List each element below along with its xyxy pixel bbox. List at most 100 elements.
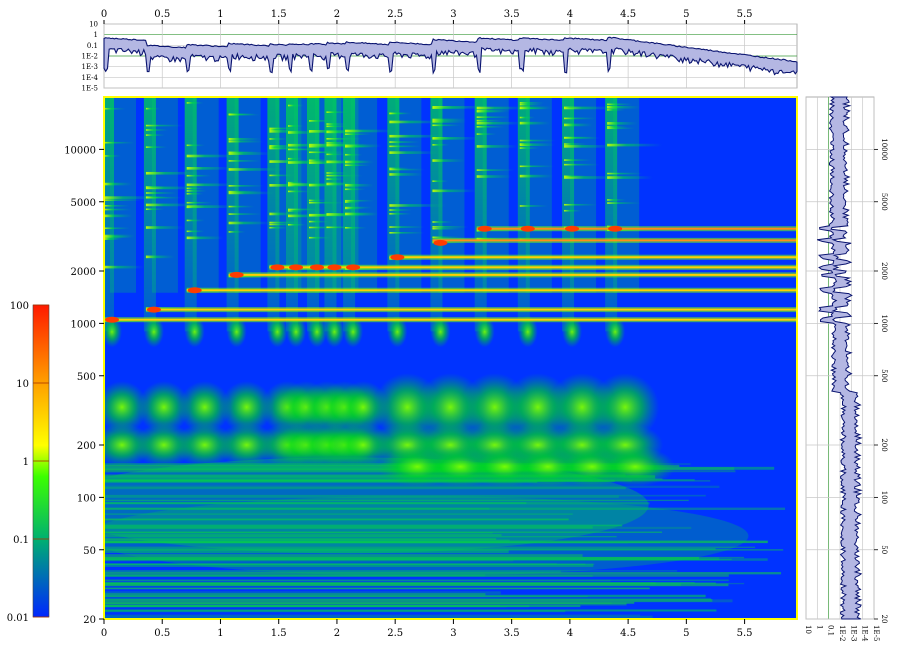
sustained-partial-line — [145, 308, 797, 311]
low-frequency-noise-band — [104, 587, 650, 590]
harmonic-streak — [269, 174, 297, 177]
harmonic-streak — [104, 107, 126, 110]
harmonic-streak — [104, 214, 133, 218]
onset-peak — [327, 264, 342, 271]
colorbar-tick-label: 10 — [16, 379, 29, 390]
harmonic-streak — [228, 185, 264, 187]
onset-decay-haze — [351, 97, 378, 293]
y-tick-label: 5000 — [71, 198, 96, 209]
harmonic-streak — [345, 183, 374, 187]
harmonic-streak — [104, 236, 132, 238]
harmonic-streak — [389, 204, 447, 207]
harmonic-streak — [186, 236, 224, 240]
harmonic-streak — [308, 199, 327, 202]
spectrum-y-tick-label: 1000 — [880, 314, 888, 332]
spectrum-x-tick-label: 1 — [815, 625, 823, 629]
onset-decay-haze — [438, 97, 465, 293]
harmonic-streak — [186, 206, 205, 209]
harmonic-streak — [326, 172, 351, 174]
onset-peak — [309, 264, 324, 271]
harmonic-streak — [104, 204, 130, 207]
envelope-x-tick-label: 1 — [217, 9, 223, 20]
harmonic-streak — [564, 123, 593, 127]
harmonic-streak — [432, 120, 467, 123]
harmonic-streak — [476, 121, 523, 125]
harmonic-streak — [607, 109, 625, 111]
harmonic-streak — [186, 174, 212, 177]
harmonic-streak — [432, 180, 449, 182]
harmonic-streak — [228, 160, 261, 162]
harmonic-streak — [186, 192, 204, 195]
harmonic-streak — [288, 184, 309, 187]
harmonic-streak — [564, 117, 596, 120]
envelope-x-tick-label: 3 — [450, 9, 456, 20]
x-tick-label: 1.5 — [271, 628, 287, 639]
envelope-x-tick-label: 4.5 — [620, 9, 636, 20]
harmonic-streak — [564, 136, 596, 139]
onset-peak — [105, 316, 119, 323]
spectrogram-heatmap: 20 50 100 200 500 1000 2000 5000 10000 0 0.5 1 1.5 2… — [64, 96, 798, 639]
harmonic-streak — [228, 213, 262, 215]
onset-peak — [187, 287, 202, 294]
onset-decay-haze — [525, 97, 552, 293]
colorbar-tick-label: 0.01 — [7, 613, 29, 624]
harmonic-streak — [145, 146, 168, 148]
spectrum-x-tick-label: 1E-2 — [838, 625, 846, 642]
harmonic-streak — [228, 113, 260, 116]
harmonic-streak — [228, 231, 246, 233]
low-frequency-noise-band — [104, 602, 627, 606]
spectrum-y-tick-label: 10000 — [880, 138, 888, 160]
x-tick-label: 0 — [101, 628, 107, 639]
low-frequency-noise-band — [104, 579, 729, 582]
spectrum-x-tick-label: 0.1 — [827, 625, 835, 636]
harmonic-streak — [186, 190, 207, 192]
harmonic-streak — [326, 174, 364, 177]
harmonic-streak — [104, 227, 130, 230]
harmonic-streak — [186, 154, 239, 158]
harmonic-streak — [345, 201, 361, 203]
harmonic-streak — [104, 238, 119, 240]
harmonic-streak — [607, 103, 633, 106]
harmonic-streak — [228, 168, 286, 171]
envelope-x-tick-label: 0 — [101, 9, 107, 20]
harmonic-streak — [519, 205, 549, 207]
harmonic-streak — [308, 151, 347, 154]
harmonic-streak — [326, 178, 345, 180]
harmonic-streak — [288, 148, 323, 151]
onset-decay-haze — [570, 97, 597, 293]
harmonic-streak — [104, 208, 132, 211]
harmonic-streak — [186, 219, 205, 222]
harmonic-streak — [104, 265, 144, 269]
harmonic-streak — [476, 119, 503, 122]
harmonic-streak — [269, 127, 303, 130]
harmonic-streak — [104, 199, 142, 201]
harmonic-streak — [389, 209, 412, 211]
envelope-x-tick-label: 4 — [567, 9, 573, 20]
sustained-partial-line — [186, 289, 797, 292]
colorbar-tick-label: 100 — [10, 301, 29, 312]
sustained-partial-line — [389, 256, 797, 259]
harmonic-streak — [326, 123, 348, 125]
spectrum-y-tick-label: 50 — [880, 545, 888, 554]
harmonic-streak — [228, 221, 272, 225]
low-frequency-noise-band — [104, 610, 566, 613]
harmonic-streak — [476, 133, 497, 135]
harmonic-streak — [607, 122, 638, 125]
harmonic-streak — [564, 106, 581, 109]
colorbar: 100 10 1 0.1 0.01 — [7, 301, 50, 624]
envelope-x-tick-label: 3.5 — [504, 9, 520, 20]
envelope-x-tick-label: 0.5 — [154, 9, 170, 20]
harmonic-streak — [432, 118, 467, 121]
y-tick-label: 200 — [77, 441, 96, 452]
onset-decay-haze — [234, 97, 261, 293]
spectrogram-svg: 205010020050010002000500010000 0 0.5 1 1.5 2… — [7, 9, 888, 642]
harmonic-streak — [288, 157, 303, 160]
harmonic-streak — [345, 188, 366, 191]
harmonic-streak — [389, 213, 412, 215]
harmonic-streak — [345, 133, 371, 135]
low-frequency-noise-band — [104, 614, 641, 617]
onset-peak — [146, 306, 161, 313]
onset-peak — [608, 225, 623, 232]
harmonic-streak — [326, 111, 351, 113]
low-frequency-energy — [104, 495, 749, 576]
